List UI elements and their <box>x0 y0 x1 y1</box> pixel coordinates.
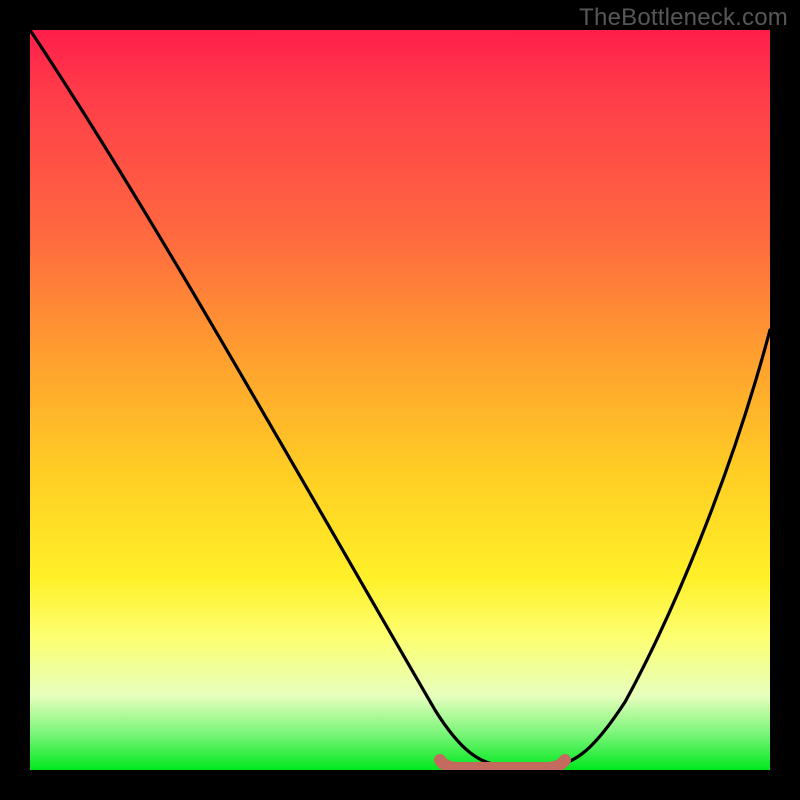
bottleneck-curve-svg <box>30 30 770 770</box>
curve-path <box>30 30 770 766</box>
chart-frame: TheBottleneck.com <box>0 0 800 800</box>
watermark-text: TheBottleneck.com <box>579 4 788 32</box>
minimum-marker <box>440 760 565 768</box>
plot-area <box>30 30 770 770</box>
